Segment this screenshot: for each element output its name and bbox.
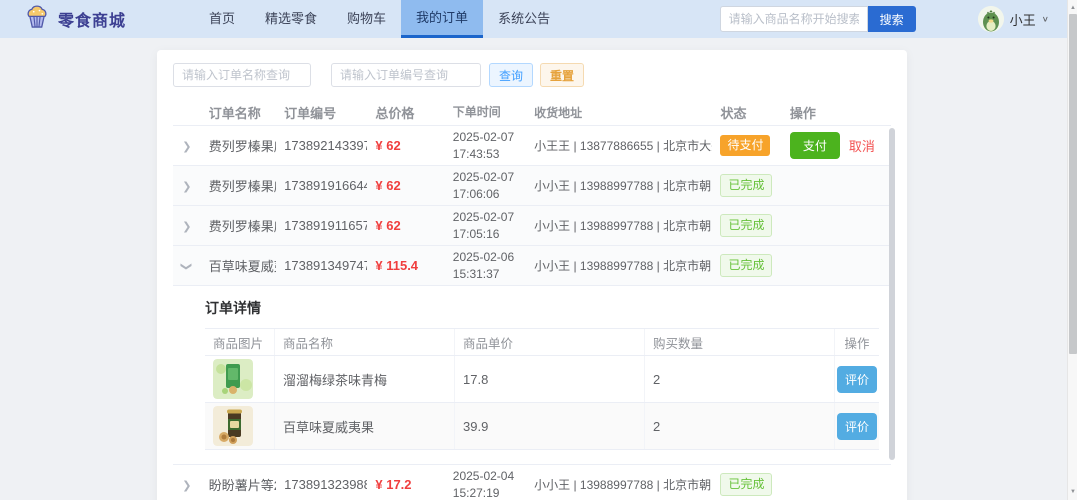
expand-row-icon[interactable]: ❯: [182, 479, 191, 492]
col-order-name: 订单名称: [201, 103, 276, 122]
cancel-link[interactable]: 取消: [849, 136, 875, 155]
order-price: ¥ 62: [367, 178, 444, 193]
nav-item-my-orders[interactable]: 我的订单: [401, 0, 483, 38]
orders-table-header: 订单名称 订单编号 总价格 下单时间 收货地址 状态 操作: [173, 99, 891, 126]
order-number: 1738913497477: [276, 258, 367, 273]
top-navigation-bar: 零食商城 首页 精选零食 购物车 我的订单 系统公告 搜索 小王 ∨: [0, 0, 1067, 38]
order-time: 2025-02-0717:06:06: [445, 169, 526, 203]
nav-item-announcements[interactable]: 系统公告: [483, 0, 565, 38]
col-quantity: 购买数量: [645, 329, 835, 355]
username: 小王: [1010, 10, 1036, 29]
col-item-actions: 操作: [835, 329, 879, 355]
cupcake-logo-icon: [24, 4, 50, 35]
order-address: 小王王 | 13877886655 | 北京市大兴区枫...: [526, 137, 712, 154]
order-items-table: 商品图片 商品名称 商品单价 购买数量 操作: [205, 328, 879, 450]
table-row: ❯ 费列罗榛果威... 1738921433972 ¥ 62 2025-02-0…: [173, 126, 891, 166]
reset-button[interactable]: 重置: [540, 63, 584, 87]
col-product-image: 商品图片: [205, 329, 275, 355]
order-name: 费列罗榛果威...: [201, 216, 276, 235]
order-time: 2025-02-0415:27:19: [445, 468, 526, 500]
order-number: 1738913239880: [276, 477, 367, 492]
scroll-up-icon[interactable]: ▲: [1068, 2, 1077, 14]
orders-panel: 查询 重置 订单名称 订单编号 总价格 下单时间 收货地址 状态 操作 ❯ 费列…: [157, 50, 907, 500]
expand-row-icon[interactable]: ❯: [182, 140, 191, 153]
status-badge: 待支付: [720, 135, 770, 156]
page-scrollbar[interactable]: ▲ ▼: [1067, 0, 1077, 500]
status-badge: 已完成: [720, 254, 772, 277]
page-scrollbar-thumb[interactable]: [1069, 14, 1077, 354]
order-name: 盼盼薯片等2...: [201, 475, 276, 494]
order-price: ¥ 17.2: [367, 477, 444, 492]
search-button[interactable]: 搜索: [868, 6, 916, 32]
order-name: 百草味夏威夷...: [201, 256, 276, 275]
order-price: ¥ 62: [367, 138, 444, 153]
order-time: 2025-02-0717:05:16: [445, 209, 526, 243]
order-number-filter-input[interactable]: [331, 63, 481, 87]
product-name: 百草味夏威夷果: [275, 403, 455, 449]
brand[interactable]: 零食商城: [0, 4, 194, 35]
order-detail-panel: 订单详情 商品图片 商品名称 商品单价 购买数量 操作: [173, 286, 891, 465]
order-item-row: 溜溜梅绿茶味青梅 17.8 2 评价: [205, 356, 879, 403]
col-order-time: 下单时间: [445, 104, 526, 121]
table-row: ❯ 费列罗榛果威... 1738919116577 ¥ 62 2025-02-0…: [173, 206, 891, 246]
product-unit-price: 17.8: [455, 356, 645, 402]
product-search-input[interactable]: [720, 6, 868, 32]
status-badge: 已完成: [720, 473, 772, 496]
order-price: ¥ 62: [367, 218, 444, 233]
nav-item-featured-snacks[interactable]: 精选零食: [250, 0, 332, 38]
avatar: [978, 6, 1004, 32]
review-button[interactable]: 评价: [837, 413, 877, 440]
order-address: 小小王 | 13988997788 | 北京市朝阳区东...: [526, 177, 712, 194]
order-address: 小小王 | 13988997788 | 北京市朝阳区东...: [526, 257, 712, 274]
order-items-header: 商品图片 商品名称 商品单价 购买数量 操作: [205, 329, 879, 356]
nav-item-cart[interactable]: 购物车: [332, 0, 401, 38]
table-row: ❯ 百草味夏威夷... 1738913497477 ¥ 115.4 2025-0…: [173, 246, 891, 286]
user-menu[interactable]: 小王 ∨: [978, 6, 1049, 32]
expand-row-icon[interactable]: ❯: [182, 180, 191, 193]
order-time: 2025-02-0615:31:37: [445, 249, 526, 283]
col-unit-price: 商品单价: [455, 329, 645, 355]
review-button[interactable]: 评价: [837, 366, 877, 393]
order-item-row: 百草味夏威夷果 39.9 2 评价: [205, 403, 879, 450]
product-name: 溜溜梅绿茶味青梅: [275, 356, 455, 402]
col-actions: 操作: [782, 103, 891, 122]
nav-item-home[interactable]: 首页: [194, 0, 250, 38]
product-image-nut-jar: [213, 406, 253, 446]
status-badge: 已完成: [720, 174, 772, 197]
order-detail-title: 订单详情: [205, 298, 891, 318]
pay-button[interactable]: 支付: [790, 132, 840, 159]
order-name: 费列罗榛果威...: [201, 136, 276, 155]
expand-row-icon[interactable]: ❯: [182, 220, 191, 233]
order-filters: 查询 重置: [173, 63, 891, 87]
table-scrollbar[interactable]: [889, 128, 895, 460]
order-address: 小小王 | 13988997788 | 北京市朝阳区东...: [526, 476, 712, 493]
product-quantity: 2: [645, 403, 835, 449]
col-product-name: 商品名称: [275, 329, 455, 355]
brand-title: 零食商城: [58, 7, 126, 31]
collapse-row-icon[interactable]: ❯: [180, 262, 193, 271]
chevron-down-icon: ∨: [1042, 15, 1049, 24]
col-total-price: 总价格: [367, 103, 444, 122]
order-time: 2025-02-0717:43:53: [445, 129, 526, 163]
order-number: 1738921433972: [276, 138, 367, 153]
table-row: ❯ 费列罗榛果威... 1738919166444 ¥ 62 2025-02-0…: [173, 166, 891, 206]
scroll-down-icon[interactable]: ▼: [1068, 486, 1077, 498]
col-address: 收货地址: [526, 104, 712, 121]
status-badge: 已完成: [720, 214, 772, 237]
col-status: 状态: [712, 103, 781, 122]
order-name-filter-input[interactable]: [173, 63, 311, 87]
main-nav: 首页 精选零食 购物车 我的订单 系统公告: [194, 0, 565, 38]
query-button[interactable]: 查询: [489, 63, 533, 87]
order-number: 1738919116577: [276, 218, 367, 233]
order-number: 1738919166444: [276, 178, 367, 193]
table-row: ❯ 盼盼薯片等2... 1738913239880 ¥ 17.2 2025-02…: [173, 465, 891, 500]
product-quantity: 2: [645, 356, 835, 402]
order-price: ¥ 115.4: [367, 258, 444, 273]
order-address: 小小王 | 13988997788 | 北京市朝阳区东...: [526, 217, 712, 234]
col-order-number: 订单编号: [276, 103, 367, 122]
product-image-green-plum: [213, 359, 253, 399]
order-name: 费列罗榛果威...: [201, 176, 276, 195]
product-unit-price: 39.9: [455, 403, 645, 449]
